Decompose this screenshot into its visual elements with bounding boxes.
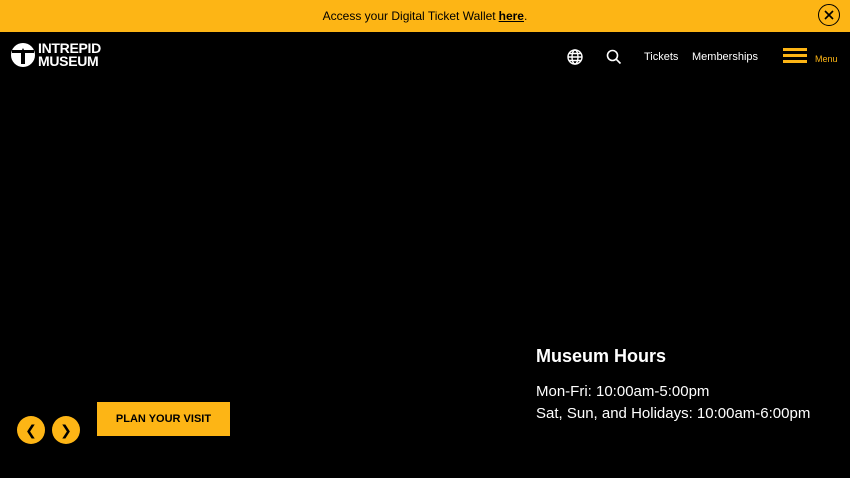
chevron-right-icon: ❯ bbox=[60, 421, 72, 438]
next-slide-button[interactable]: ❯ bbox=[52, 416, 80, 444]
chevron-left-icon: ❮ bbox=[25, 421, 37, 438]
intrepid-logo-icon bbox=[11, 43, 35, 67]
hamburger-icon bbox=[783, 48, 807, 64]
banner-text: Access your Digital Ticket Wallet bbox=[322, 9, 496, 23]
logo-text: INTREPID MUSEUM bbox=[38, 41, 101, 69]
hours-title: Museum Hours bbox=[536, 346, 667, 366]
banner-link[interactable]: here bbox=[499, 9, 524, 23]
menu-button[interactable]: Menu bbox=[783, 48, 838, 64]
banner-suffix: . bbox=[523, 9, 528, 23]
globe-icon[interactable] bbox=[566, 48, 584, 66]
tickets-link[interactable]: Tickets bbox=[644, 51, 678, 63]
plan-your-visit-button[interactable]: PLAN YOUR VISIT bbox=[97, 402, 230, 436]
announcement-banner: Access your Digital Ticket Wallet here . bbox=[0, 0, 850, 32]
hours-weekday: Mon-Fri: 10:00am-5:00pm bbox=[536, 383, 710, 400]
hours-weekend: Sat, Sun, and Holidays: 10:00am-6:00pm bbox=[536, 405, 811, 422]
close-icon[interactable] bbox=[818, 4, 840, 26]
menu-label: Menu bbox=[815, 54, 838, 64]
memberships-link[interactable]: Memberships bbox=[692, 51, 758, 63]
plan-your-visit-label: PLAN YOUR VISIT bbox=[115, 413, 212, 425]
prev-slide-button[interactable]: ❮ bbox=[17, 416, 45, 444]
museum-hours: Museum Hours Mon-Fri: 10:00am-5:00pm Sat… bbox=[536, 346, 810, 425]
logo[interactable]: INTREPID MUSEUM bbox=[10, 41, 101, 69]
search-icon[interactable] bbox=[605, 48, 623, 66]
logo-line-2: MUSEUM bbox=[38, 53, 99, 69]
site-header: INTREPID MUSEUM Tickets Memberships Menu bbox=[0, 32, 850, 82]
